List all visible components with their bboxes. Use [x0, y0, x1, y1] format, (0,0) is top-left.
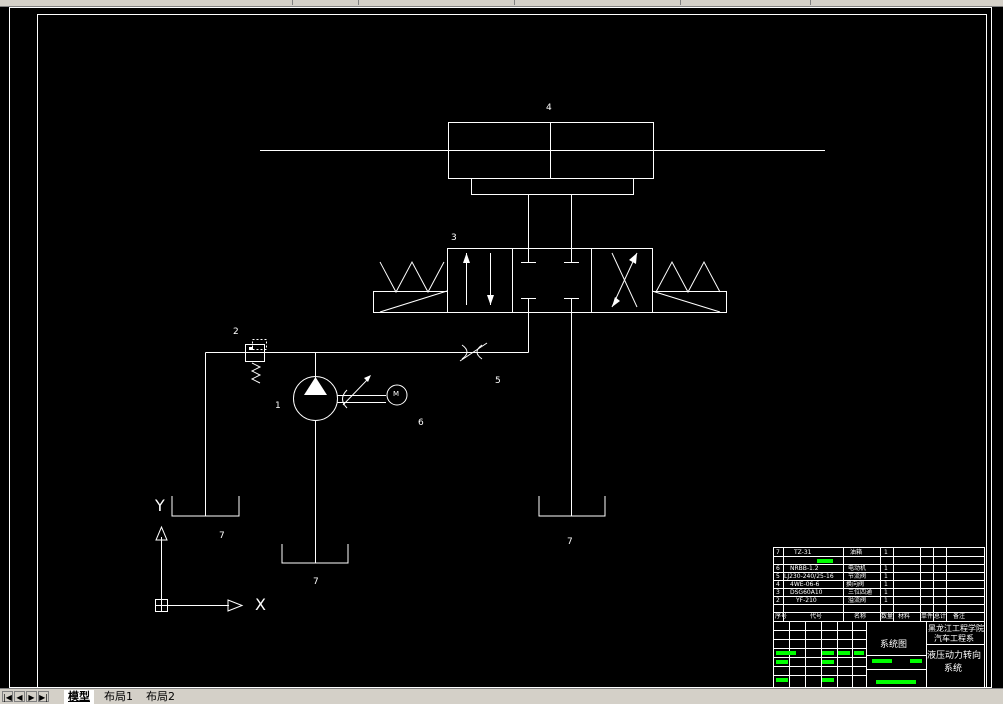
label-relief-valve: 2 [233, 327, 239, 337]
toolbar-field-4[interactable] [680, 0, 807, 5]
toolbar-field-3[interactable] [514, 0, 677, 5]
label-cylinder: 4 [546, 103, 552, 113]
outer-frame [9, 7, 992, 688]
ucs-x-label: X [255, 595, 266, 614]
part-row-qty: 1 [884, 597, 888, 604]
next-tab-button[interactable]: ▶ [26, 691, 37, 702]
part-row-code: TZ-31 [794, 549, 812, 556]
part-row-name: 溢流阀 [848, 597, 867, 604]
part-row-no: 3 [776, 589, 780, 596]
toolbar-strip [0, 0, 1003, 7]
green-mark [854, 651, 864, 655]
green-mark [822, 678, 834, 682]
left-spring [379, 260, 445, 294]
label-valve: 3 [451, 233, 457, 243]
green-mark [776, 678, 788, 682]
department-name: 汽车工程系 [934, 634, 974, 643]
header-total: 总计 [934, 613, 947, 620]
part-row-code: NRBB-1.2 [790, 565, 819, 572]
part-row-no: 2 [776, 597, 780, 604]
drawing-title-line2: 系统 [944, 664, 963, 674]
header-remark: 备注 [953, 613, 966, 620]
header-qty: 数量 [881, 613, 894, 620]
part-row-no: 6 [776, 565, 780, 572]
part-row-no: 7 [776, 549, 780, 556]
pump-triangle [304, 377, 327, 395]
label-throttle: 5 [495, 376, 501, 386]
green-mark [817, 559, 833, 563]
cylinder-port-block [471, 178, 634, 195]
toolbar-field-1[interactable] [292, 0, 355, 5]
part-row-name: 节流阀 [848, 573, 867, 580]
drawing-name: 系统图 [880, 640, 908, 650]
part-row-name: 油箱 [850, 549, 863, 556]
part-row-qty: 1 [884, 565, 888, 572]
part-row-no: 4 [776, 581, 780, 588]
part-row-qty: 1 [884, 581, 888, 588]
green-mark [776, 651, 796, 655]
school-name: 黑龙江工程学院 [928, 624, 984, 633]
toolbar-field-2[interactable] [358, 0, 511, 5]
header-name: 名称 [854, 613, 867, 620]
part-row-name: 换向阀 [846, 581, 865, 588]
tab-layout2[interactable]: 布局2 [142, 690, 179, 704]
green-mark [838, 651, 850, 655]
part-row-qty: 1 [884, 573, 888, 580]
label-tank-left: 7 [219, 531, 225, 541]
drawing-canvas[interactable]: 4 3 2 1 6 5 7 7 7 M Y X 7 TZ-31 油箱 1 6 N… [0, 7, 1003, 688]
label-tank-pump: 7 [313, 577, 319, 587]
ucs-y-label: Y [155, 496, 165, 515]
ucs-x-arrow [227, 599, 244, 612]
part-row-qty: 1 [884, 589, 888, 596]
drawing-title-line1: 液压动力转向 [927, 651, 982, 661]
part-row-qty: 1 [884, 549, 888, 556]
part-row-name: 三位四通 [848, 589, 873, 596]
green-mark [822, 651, 834, 655]
last-tab-button[interactable]: ▶| [38, 691, 49, 702]
header-unit: 单件 [921, 613, 934, 620]
first-tab-button[interactable]: |◀ [2, 691, 13, 702]
relief-spring [250, 362, 262, 384]
green-mark [876, 680, 916, 684]
part-row-code: DSG60A10 [790, 589, 823, 596]
part-row-name: 电动机 [848, 565, 867, 572]
layout-tab-bar: |◀ ◀ ▶ ▶| 模型 布局1 布局2 [0, 688, 1003, 704]
green-mark [776, 660, 788, 664]
header-code: 代号 [810, 613, 823, 620]
right-spring [655, 260, 721, 294]
green-mark [822, 660, 834, 664]
inner-frame [37, 14, 987, 688]
part-row-no: 5 [776, 573, 780, 580]
label-pump: 1 [275, 401, 281, 411]
motor-symbol: M [393, 390, 400, 398]
tab-model[interactable]: 模型 [64, 690, 94, 704]
prev-tab-button[interactable]: ◀ [14, 691, 25, 702]
label-motor: 6 [418, 418, 424, 428]
header-no: 序号 [775, 613, 788, 620]
toolbar-field-5[interactable] [810, 0, 921, 5]
label-tank-right: 7 [567, 537, 573, 547]
green-mark [910, 659, 922, 663]
green-mark [872, 659, 892, 663]
cad-window: 4 3 2 1 6 5 7 7 7 M Y X 7 TZ-31 油箱 1 6 N… [0, 0, 1003, 704]
header-material: 材料 [898, 613, 911, 620]
tab-layout1[interactable]: 布局1 [100, 690, 137, 704]
part-row-code: LJ230-240/25-16 [784, 573, 834, 580]
part-row-code: YF-210 [796, 597, 817, 604]
valve-body [447, 248, 653, 313]
part-row-code: 4WE-06-6 [790, 581, 820, 588]
